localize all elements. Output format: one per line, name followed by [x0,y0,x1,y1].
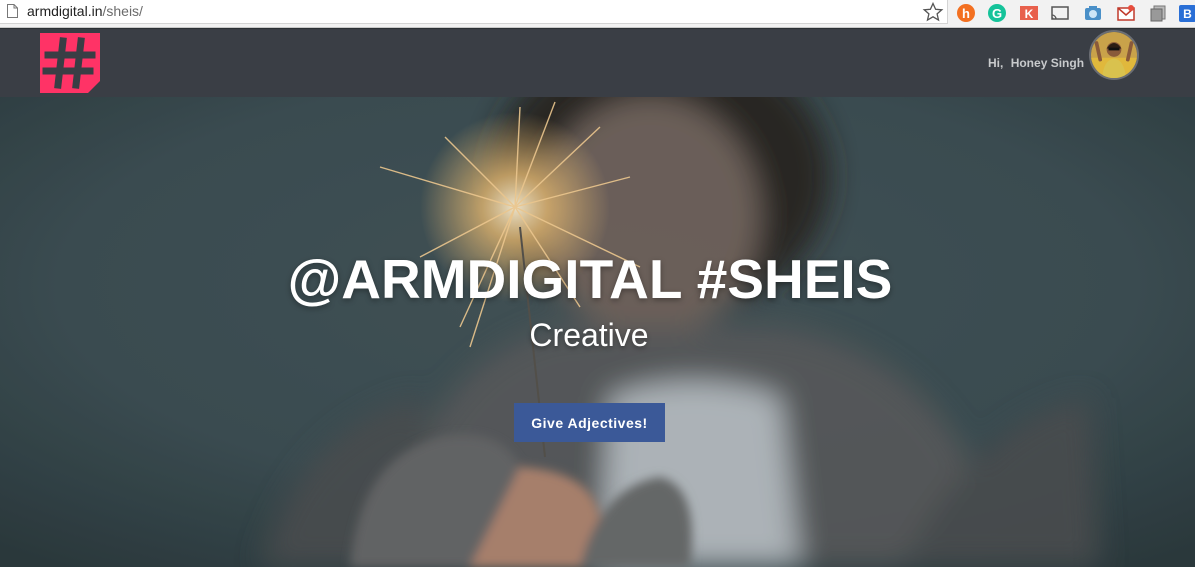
copy-icon[interactable] [1148,3,1168,23]
hero-section: @ARMDIGITAL #SHEIS Creative Give Adjecti… [0,97,1195,567]
url-path: /sheis/ [102,3,143,19]
hero-title: @ARMDIGITAL #SHEIS [287,248,893,310]
user-name[interactable]: Honey Singh [1011,56,1084,70]
cast-icon[interactable] [1050,3,1070,23]
camera-icon[interactable] [1083,3,1103,23]
avatar[interactable] [1089,30,1139,80]
user-greeting: Hi, Honey Singh [988,56,1084,70]
url-text[interactable]: armdigital.in/sheis/ [27,3,143,19]
honey-icon[interactable]: h [956,3,976,23]
bookmark-icon[interactable]: B [1178,3,1195,23]
svg-text:G: G [992,6,1002,21]
site-header: Hi, Honey Singh [0,29,1195,97]
kk-icon[interactable]: K [1019,3,1039,23]
browser-toolbar: armdigital.in/sheis/ h G K B [0,0,1195,28]
greeting-text: Hi, [988,56,1004,70]
page-icon [7,4,18,18]
give-adjectives-button[interactable]: Give Adjectives! [514,403,665,442]
hashtag-logo[interactable] [40,33,100,93]
bookmark-star-icon[interactable] [922,2,944,22]
hero-subtitle: Creative [529,317,649,353]
svg-text:K: K [1025,7,1034,21]
url-host: armdigital.in [27,3,103,19]
svg-text:h: h [962,6,970,21]
svg-text:B: B [1183,7,1192,21]
grammarly-icon[interactable]: G [987,3,1007,23]
mail-icon[interactable] [1116,3,1136,23]
address-bar[interactable]: armdigital.in/sheis/ [0,0,948,24]
